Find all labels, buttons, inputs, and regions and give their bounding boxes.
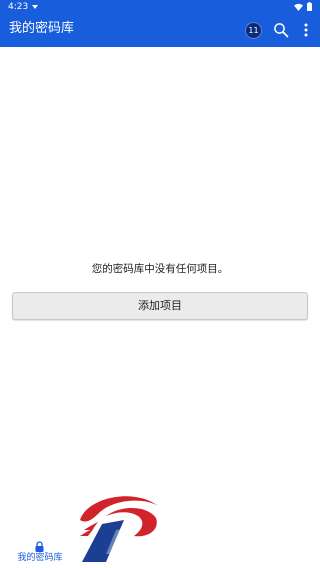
app-header: 4:23 我的密码库 11	[0, 0, 320, 47]
notification-icon	[32, 5, 38, 9]
more-options-icon[interactable]	[302, 22, 310, 38]
status-time: 4:23	[8, 2, 29, 12]
tab-my-vault-label: 我的密码库	[17, 553, 63, 563]
page-title: 我的密码库	[9, 21, 75, 36]
status-indicators	[294, 2, 312, 11]
tab-my-vault[interactable]: 我的密码库	[0, 535, 80, 568]
screen: 4:23 我的密码库 11 您的密码库中没有任何项目。 添加项目 我的密码库	[0, 0, 320, 568]
search-icon[interactable]	[273, 22, 289, 38]
lock-icon	[35, 541, 44, 552]
status-bar: 4:23	[0, 0, 320, 14]
wifi-icon	[294, 3, 303, 11]
bottom-navigation: 我的密码库	[0, 535, 320, 568]
add-item-button[interactable]: 添加项目	[12, 292, 308, 320]
battery-icon	[307, 2, 312, 11]
empty-state-message: 您的密码库中没有任何项目。	[91, 263, 229, 275]
account-avatar-button[interactable]: 11	[245, 22, 262, 39]
